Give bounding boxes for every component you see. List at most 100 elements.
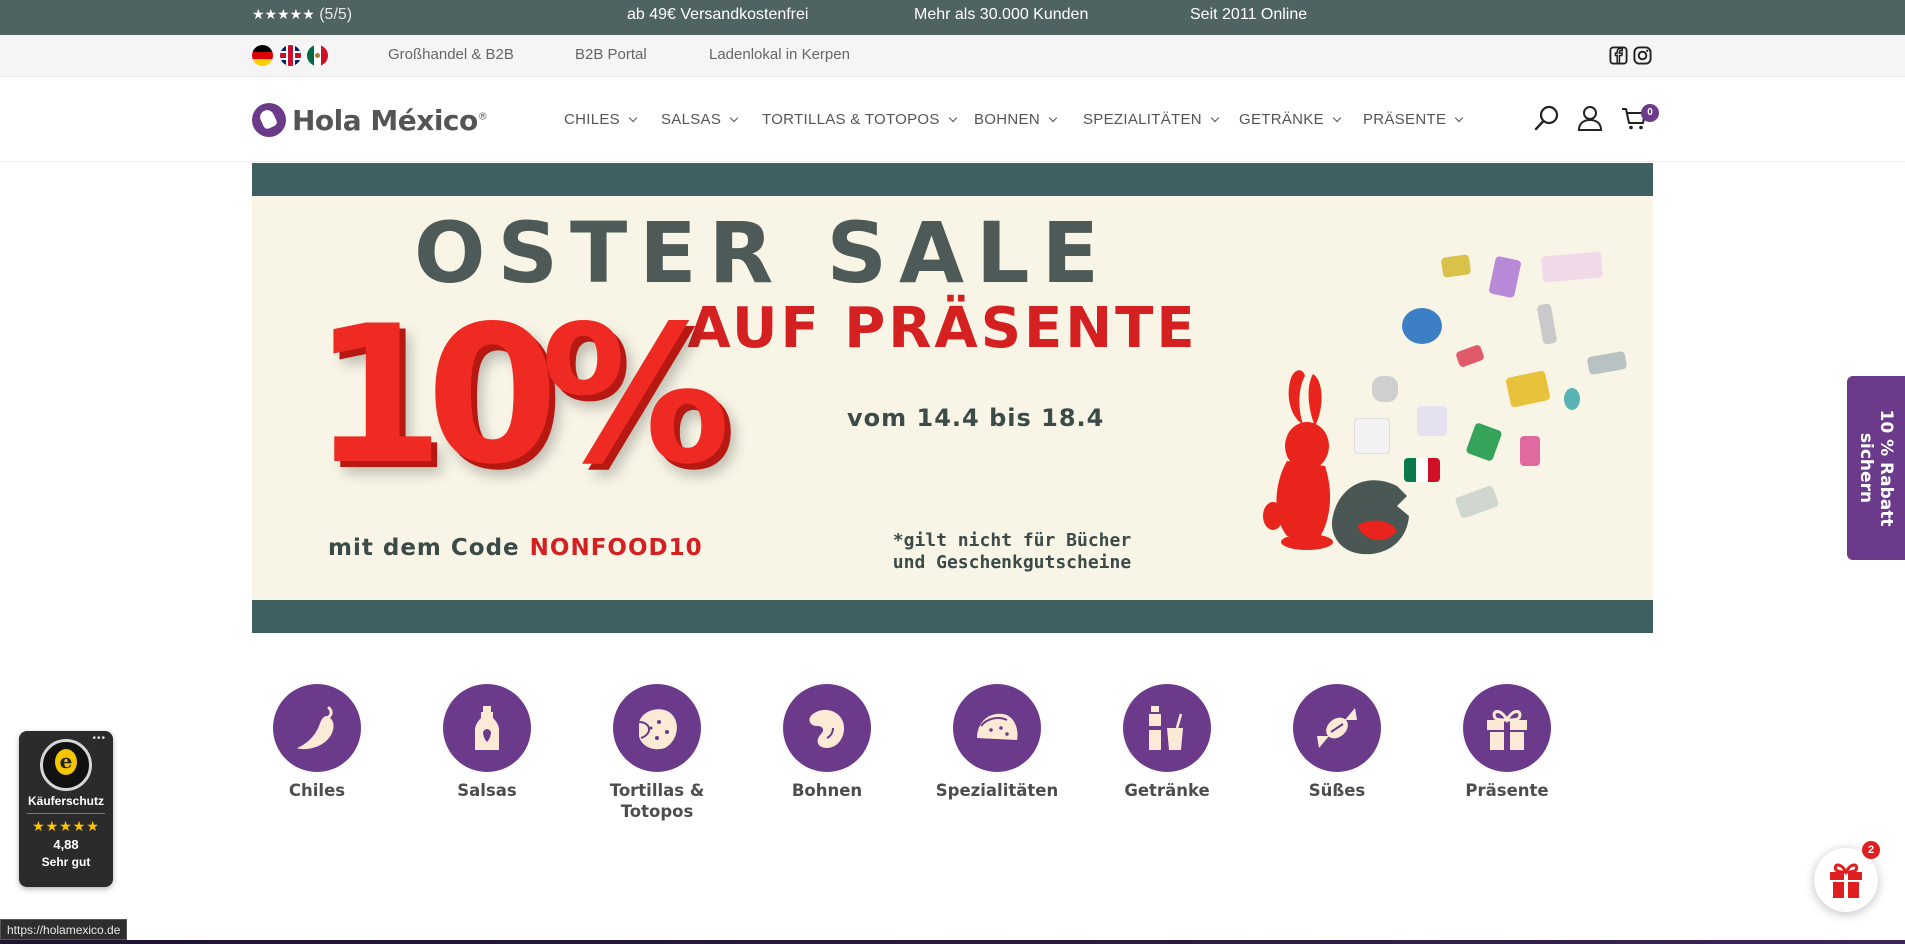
nav-bohnen[interactable]: BOHNEN [974, 77, 1058, 162]
b2b-portal-link[interactable]: B2B Portal [575, 35, 647, 75]
category-label: Chiles [288, 781, 346, 800]
category-salsas[interactable]: Salsas [417, 684, 557, 801]
shipping-info: ab 49€ Versandkostenfrei [627, 6, 809, 23]
mexican-flag-thumbnail [1404, 458, 1440, 482]
category-praesente-circle [1463, 684, 1551, 772]
product-thumbnail [1454, 484, 1500, 520]
trustbadge-label: Käuferschutz [27, 794, 104, 808]
category-chiles[interactable]: Chiles [247, 684, 387, 801]
hero-discount-percent: 10% [312, 285, 731, 506]
category-label: Präsente [1465, 781, 1549, 800]
hero-banner-content: OSTER SALE AUF PRÄSENTE 10% vom 14.4 bis… [252, 196, 1653, 600]
discount-side-tab[interactable]: 10 % Rabatt sichern [1847, 376, 1905, 560]
trustbadge-stars: ★★★★★ [32, 818, 100, 834]
chevron-down-icon [1455, 113, 1464, 123]
category-label: Tortillas & Totopos [609, 781, 705, 821]
product-thumbnail [1520, 436, 1540, 466]
chevron-down-icon [1210, 113, 1220, 123]
logo[interactable]: Hola México® [252, 101, 488, 139]
discount-side-tab-label: 10 % Rabatt sichern [1856, 409, 1896, 527]
category-suesses-circle [1293, 684, 1381, 772]
chevron-down-icon [948, 113, 957, 123]
announcement-bar: ★★★★★ (5/5) ab 49€ Versandkostenfrei Meh… [0, 0, 1905, 35]
nav-praesente[interactable]: PRÄSENTE [1363, 77, 1464, 162]
bottle-icon [475, 706, 499, 750]
mx-flag-icon[interactable] [307, 45, 328, 66]
product-thumbnail [1402, 308, 1442, 344]
candy-icon [1317, 708, 1357, 748]
product-thumbnail [1417, 406, 1447, 436]
category-bohnen[interactable]: Bohnen [757, 684, 897, 801]
chevron-down-icon [628, 113, 638, 123]
nav-salsas[interactable]: SALSAS [661, 77, 739, 162]
category-spezialitaeten[interactable]: Spezialitäten [927, 684, 1067, 801]
bean-icon [809, 709, 845, 748]
store-kerpen-link[interactable]: Ladenlokal in Kerpen [709, 35, 850, 75]
category-tortillas[interactable]: Tortillas & Totopos [587, 684, 727, 822]
category-chiles-circle [273, 684, 361, 772]
drinks-icon [1149, 706, 1183, 750]
de-flag-icon[interactable] [252, 45, 273, 66]
nav-tortillas[interactable]: TORTILLAS & TOTOPOS [762, 77, 957, 162]
nav-spezialitaeten[interactable]: SPEZIALITÄTEN [1083, 77, 1220, 162]
logo-text: Hola México® [292, 103, 488, 137]
category-label: Süßes [1308, 781, 1366, 800]
trusted-shops-seal-icon [40, 739, 92, 791]
instagram-icon[interactable] [1633, 46, 1652, 65]
rating-summary: ★★★★★ (5/5) [252, 0, 352, 35]
category-getraenke-circle [1123, 684, 1211, 772]
chevron-down-icon [729, 113, 739, 123]
taco-icon [977, 713, 1018, 740]
nav-chiles[interactable]: CHILES [564, 77, 638, 162]
category-salsas-circle [443, 684, 531, 772]
trustbadge-score: 4,88 [53, 837, 79, 852]
category-label: Salsas [457, 781, 517, 800]
category-label: Bohnen [791, 781, 863, 800]
chevron-down-icon [1332, 113, 1342, 123]
hero-date-range: vom 14.4 bis 18.4 [847, 404, 1105, 432]
product-thumbnail [1564, 388, 1580, 410]
category-spezialitaeten-circle [953, 684, 1041, 772]
trustbadge-rating-text: Sehr gut [41, 855, 91, 869]
product-thumbnail [1465, 422, 1503, 462]
gift-icon [1487, 710, 1527, 750]
product-thumbnail [1354, 418, 1390, 454]
cart-count-badge: 0 [1641, 104, 1659, 122]
trusted-shops-badge[interactable]: ••• Käuferschutz ★★★★★ 4,88 Sehr gut [19, 731, 113, 887]
utility-bar: Großhandel & B2B B2B Portal Ladenlokal i… [0, 35, 1905, 77]
user-icon[interactable] [1576, 104, 1604, 132]
chevron-down-icon [1048, 113, 1058, 123]
category-tortillas-circle [613, 684, 701, 772]
product-thumbnail [1440, 254, 1472, 278]
search-icon[interactable] [1533, 104, 1561, 132]
category-suesses[interactable]: Süßes [1267, 684, 1407, 801]
rating-value: (5/5) [319, 6, 353, 23]
wholesale-link[interactable]: Großhandel & B2B [388, 35, 514, 75]
category-getraenke[interactable]: Getränke [1097, 684, 1237, 801]
nav-getraenke[interactable]: GETRÄNKE [1239, 77, 1342, 162]
category-label: Getränke [1124, 781, 1210, 800]
since-info: Seit 2011 Online [1190, 6, 1308, 23]
rating-stars: ★★★★★ [252, 6, 315, 22]
facebook-icon[interactable] [1609, 46, 1628, 65]
category-label: Spezialitäten [935, 781, 1059, 800]
chili-icon [297, 706, 334, 750]
bottom-edge [0, 940, 1905, 944]
status-url: https://holamexico.de [0, 919, 128, 940]
hero-footnote: *gilt nicht für Bücher und Geschenkgutsc… [892, 530, 1132, 573]
category-bohnen-circle [783, 684, 871, 772]
hero-code-line: mit dem Code NONFOOD10 [328, 535, 703, 561]
product-thumbnail [1372, 376, 1398, 402]
product-thumbnail [1505, 370, 1551, 408]
customers-info: Mehr als 30.000 Kunden [914, 6, 1089, 23]
hero-banner[interactable]: OSTER SALE AUF PRÄSENTE 10% vom 14.4 bis… [252, 163, 1653, 633]
hand-logo-icon [252, 103, 286, 137]
divider [27, 813, 105, 814]
main-header: Hola México® CHILES SALSAS TORTILLAS & T… [0, 77, 1905, 162]
more-options-icon[interactable]: ••• [92, 733, 106, 744]
product-thumbnail [1540, 251, 1604, 283]
category-praesente[interactable]: Präsente [1437, 684, 1577, 801]
hero-promo-code: NONFOOD10 [529, 535, 703, 561]
uk-flag-icon[interactable] [280, 45, 301, 66]
gift-count-badge: 2 [1862, 841, 1880, 859]
